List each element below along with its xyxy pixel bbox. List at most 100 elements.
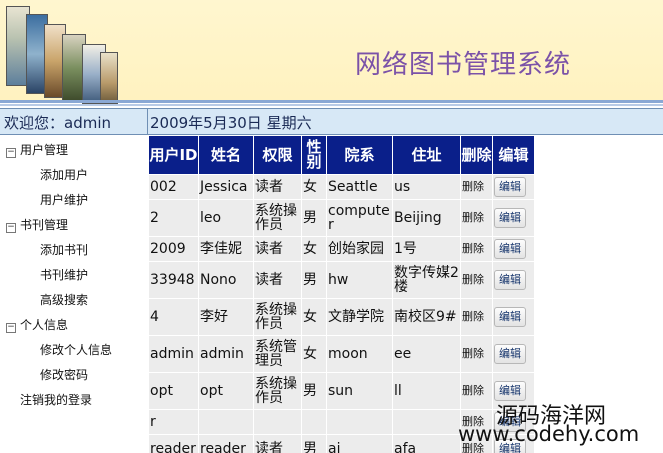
delete-link[interactable]: 删除 — [460, 236, 493, 262]
table-cell: moon — [326, 335, 393, 373]
table-cell: reader — [198, 434, 254, 453]
delete-link[interactable]: 删除 — [460, 199, 493, 237]
sidebar-item-add-book[interactable]: 添加书刊 — [40, 241, 88, 258]
column-header: 性别 — [301, 135, 327, 175]
table-cell: 创始家园 — [326, 236, 393, 262]
table-cell — [301, 409, 327, 435]
user-table-container: 用户ID 姓名 权限 性别 院系 住址 删除 编辑 002 Jessica 读者女 S… — [148, 135, 536, 453]
table-row: 2 leo 系统操作员男 computer Beijing 删除 编辑 — [148, 199, 535, 237]
page-header: 网络图书管理系统 — [0, 0, 663, 106]
table-cell: 南校区9# — [392, 298, 461, 336]
user-table: 用户ID 姓名 权限 性别 院系 住址 删除 编辑 002 Jessica 读者女 S… — [148, 135, 535, 453]
table-cell: Beijing — [392, 199, 461, 237]
delete-link[interactable]: 删除 — [460, 298, 493, 336]
table-cell: 男 — [301, 372, 327, 410]
table-cell: 男 — [301, 261, 327, 299]
system-title: 网络图书管理系统 — [355, 50, 572, 80]
delete-link[interactable]: 删除 — [460, 335, 493, 373]
delete-link[interactable]: 删除 — [460, 174, 493, 200]
table-cell: opt — [198, 372, 254, 410]
table-cell: 数字传媒2楼 — [392, 261, 461, 299]
edit-button[interactable]: 编辑 — [494, 239, 526, 259]
table-cell — [326, 409, 393, 435]
table-cell: 读者 — [253, 236, 302, 262]
sidebar-nav: − 用户管理 添加用户 用户维护 − 书刊管理 添加书刊 书刊维护 高级搜索 − 个人… — [0, 135, 146, 453]
edit-cell: 编辑 — [492, 174, 535, 200]
sidebar-item-user-maintenance[interactable]: 用户维护 — [40, 191, 88, 208]
edit-button[interactable]: 编辑 — [494, 344, 526, 364]
table-cell: ll — [392, 372, 461, 410]
table-cell: 4 — [148, 298, 199, 336]
table-header-row: 用户ID 姓名 权限 性别 院系 住址 删除 编辑 — [148, 135, 535, 175]
sidebar-item-book-maintenance[interactable]: 书刊维护 — [40, 266, 88, 283]
table-cell: 2 — [148, 199, 199, 237]
edit-cell: 编辑 — [492, 261, 535, 299]
table-cell: 系统管理员 — [253, 335, 302, 373]
table-cell: 男 — [301, 434, 327, 453]
edit-cell: 编辑 — [492, 199, 535, 237]
table-cell — [392, 409, 461, 435]
edit-button[interactable]: 编辑 — [494, 307, 526, 327]
sidebar-item-advanced-search[interactable]: 高级搜索 — [40, 291, 88, 308]
status-separator — [147, 109, 148, 134]
table-row: 2009 李佳妮 读者女创始家园 1号 删除 编辑 — [148, 236, 535, 262]
table-row: 33948 Nono 读者男 hw 数字传媒2楼 删除 编辑 — [148, 261, 535, 299]
table-cell: afa — [392, 434, 461, 453]
column-header: 院系 — [326, 135, 393, 175]
column-header: 用户ID — [148, 135, 199, 175]
delete-link[interactable]: 删除 — [460, 372, 493, 410]
table-cell: 系统操作员 — [253, 199, 302, 237]
table-cell: r — [148, 409, 199, 435]
table-cell: us — [392, 174, 461, 200]
sidebar-item-add-user[interactable]: 添加用户 — [40, 166, 88, 183]
edit-cell: 编辑 — [492, 335, 535, 373]
table-cell: sun — [326, 372, 393, 410]
sidebar-item-logout[interactable]: 注销我的登录 — [20, 391, 92, 408]
books-logo — [4, 6, 118, 104]
table-cell: 男 — [301, 199, 327, 237]
header-divider — [0, 100, 663, 103]
edit-button[interactable]: 编辑 — [494, 208, 526, 228]
sidebar-group-label: 用户管理 — [20, 143, 69, 157]
header-divider-light — [0, 104, 663, 106]
edit-button[interactable]: 编辑 — [494, 177, 526, 197]
status-bar: 欢迎您：admin 2009年5月30日 星期六 — [0, 108, 663, 135]
column-header: 编辑 — [492, 135, 535, 175]
table-cell: computer — [326, 199, 393, 237]
table-cell: 2009 — [148, 236, 199, 262]
edit-cell: 编辑 — [492, 298, 535, 336]
sidebar-group-label: 书刊管理 — [20, 218, 69, 232]
table-cell: 女 — [301, 236, 327, 262]
table-cell: ai — [326, 434, 393, 453]
collapse-minus-icon[interactable]: − — [6, 148, 16, 158]
table-cell: 读者 — [253, 261, 302, 299]
table-cell: 读者 — [253, 434, 302, 453]
column-header: 住址 — [392, 135, 461, 175]
table-cell: 1号 — [392, 236, 461, 262]
collapse-minus-icon[interactable]: − — [6, 223, 16, 233]
sidebar-item-change-password[interactable]: 修改密码 — [40, 366, 88, 383]
column-header: 姓名 — [198, 135, 254, 175]
table-cell: reader — [148, 434, 199, 453]
table-cell — [198, 409, 254, 435]
table-cell: Nono — [198, 261, 254, 299]
sidebar-group-user-management[interactable]: − 用户管理 — [6, 141, 68, 158]
collapse-minus-icon[interactable]: − — [6, 323, 16, 333]
table-cell: 读者 — [253, 174, 302, 200]
table-row: 002 Jessica 读者女 Seattle us 删除 编辑 — [148, 174, 535, 200]
table-row: admin admin 系统管理员女 moon ee 删除 编辑 — [148, 335, 535, 373]
table-cell: 文静学院 — [326, 298, 393, 336]
table-cell: 女 — [301, 298, 327, 336]
table-cell: 李好 — [198, 298, 254, 336]
table-cell: Jessica — [198, 174, 254, 200]
welcome-text: 欢迎您：admin — [4, 114, 111, 132]
sidebar-item-edit-profile[interactable]: 修改个人信息 — [40, 341, 112, 358]
column-header: 删除 — [460, 135, 493, 175]
sidebar-group-book-management[interactable]: − 书刊管理 — [6, 216, 68, 233]
edit-button[interactable]: 编辑 — [494, 270, 526, 290]
table-cell: admin — [148, 335, 199, 373]
table-cell: hw — [326, 261, 393, 299]
delete-link[interactable]: 删除 — [460, 261, 493, 299]
sidebar-group-personal-info[interactable]: − 个人信息 — [6, 316, 68, 333]
table-cell: 系统操作员 — [253, 372, 302, 410]
